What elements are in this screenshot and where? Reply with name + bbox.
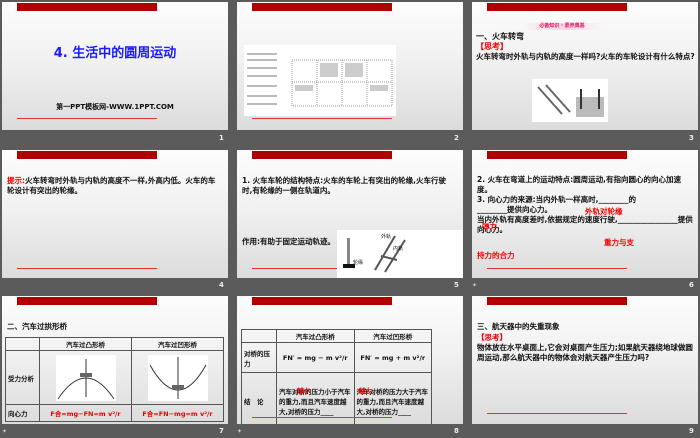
wheel-structure-text: 1. 火车车轮的结构特点:火车的车轮上有突出的轮缘,火车行驶时,有轮缘的一侧在轨…: [242, 176, 447, 195]
slide-number: 1: [219, 134, 224, 142]
pressure-table: 汽车过凸形桥 汽车过凹形桥 对桥的压力 FN′ = mg − m v²/r FN′ =…: [241, 329, 432, 424]
think-label: 【思考】: [476, 42, 508, 51]
slide-thumbnail-8[interactable]: 汽车过凸形桥 汽车过凹形桥 对桥的压力 FN′ = mg − m v²/r FN′ =…: [237, 296, 463, 424]
slide-title: 4. 生活中的圆周运动: [53, 46, 177, 61]
footer-line: [17, 268, 157, 269]
section-heading: 三、航天器中的失重现象: [477, 322, 560, 331]
outer-rail-label: 外轨: [381, 234, 392, 240]
slide-number: 4: [219, 281, 224, 289]
concave-diagram: [131, 350, 224, 405]
footer-line: [487, 268, 627, 269]
pressure-convex: FN′ = mg − m v²/r: [276, 342, 355, 373]
convex-diagram: [39, 350, 132, 405]
answer-outer-rail: 外轨对轮缘: [585, 207, 623, 216]
header-bar: [487, 297, 627, 305]
header-bar: [17, 151, 157, 159]
col-header: 汽车过凹形桥: [131, 337, 224, 351]
formula-convex: F合=mg−FN=m v²/r: [39, 404, 132, 422]
header-bar: [17, 297, 157, 305]
slide-number: 8: [454, 427, 459, 435]
slide-number: 5: [454, 281, 459, 289]
train-track-image: [532, 79, 608, 122]
col-header: 汽车过凸形桥: [276, 329, 355, 343]
wheel-flange-diagram: 轮缘 外轨 内轨: [337, 230, 463, 278]
slide-thumbnail-1[interactable]: 4. 生活中的圆周运动 第一PPT模板网-WWW.1PPT.COM: [2, 2, 228, 130]
animation-icon[interactable]: ✦: [2, 428, 7, 435]
section-heading: 二、汽车过拱形桥: [7, 322, 67, 331]
col-header: 汽车过凹形桥: [353, 329, 432, 343]
diagonal-cell: [5, 337, 40, 351]
hint-text: 提示:火车转弯时外轨与内轨的高度不一样,外高内低。火车的车轮设计有突出的轮缘。: [7, 176, 217, 196]
header-bar: [487, 151, 627, 159]
footer-line: [252, 417, 392, 418]
slide-thumbnail-4[interactable]: 提示:火车转弯时外轨与内轨的高度不一样,外高内低。火车的车轮设计有突出的轮缘。: [2, 150, 228, 278]
diagonal-cell: [241, 329, 277, 343]
footer-line: [17, 118, 157, 119]
think-label: 【思考】: [477, 333, 507, 342]
col-header: 汽车过凸形桥: [39, 337, 132, 351]
flange-label: 轮缘: [353, 260, 364, 266]
banked-track-text: 当内外轨有高度差时,依据规定的速度行驶,________________提供向心…: [477, 215, 693, 234]
header-bar: [252, 3, 392, 11]
answer-larger: 越大: [358, 387, 372, 395]
row-header: 向心力: [5, 404, 40, 422]
effect-text: 作用:有助于固定运动轨迹。: [242, 237, 335, 246]
hint-body: 火车转弯时外轨与内轨的高度不一样,外高内低。火车的车轮设计有突出的轮缘。: [7, 176, 216, 195]
question-text: 火车转弯时外轨与内轨的高度一样吗?火车的车轮设计有什么特点?: [476, 52, 695, 61]
hint-label: 提示:: [7, 176, 25, 185]
section-heading: 一、火车转弯: [476, 32, 524, 41]
slide-number: 9: [689, 427, 694, 435]
answer-smaller: 越小: [297, 387, 310, 395]
answer-elastic-force: 弹力: [482, 222, 497, 231]
slide-number: 7: [219, 427, 224, 435]
answer-resultant-b: 持力的合力: [477, 251, 515, 260]
slide-thumbnail-2[interactable]: [237, 2, 463, 130]
slide-number: 6: [689, 281, 694, 289]
animation-icon[interactable]: ✦: [472, 282, 477, 289]
section-banner: 必备知识 · 素养奠基: [522, 23, 602, 30]
pressure-concave: FN′ = mg + m v²/r: [353, 342, 432, 373]
slide-thumbnail-7[interactable]: 二、汽车过拱形桥 汽车过凸形桥 汽车过凹形桥 受力分析 向心力 F合=mg−FN=m…: [2, 296, 228, 424]
slide-thumbnail-5[interactable]: 1. 火车车轮的结构特点:火车的车轮上有突出的轮缘,火车行驶时,有轮缘的一侧在轨…: [237, 150, 463, 278]
animation-icon[interactable]: ✦: [237, 428, 242, 435]
answer-resultant-a: 重力与支: [604, 238, 634, 247]
slide-thumbnail-6[interactable]: 2. 火车在弯道上的运动特点:圆周运动,有指向圆心的向心加速度。 3. 向心力的…: [472, 150, 698, 278]
slide-thumbnail-9[interactable]: 三、航天器中的失重现象 【思考】 物体放在水平桌面上,它会对桌面产生压力;如果航…: [472, 296, 698, 424]
motion-feature-text: 2. 火车在弯道上的运动特点:圆周运动,有指向圆心的向心加速度。: [477, 175, 682, 194]
conclusion-text: 汽车对桥的压力小于汽车的重力,而且汽车速度越大,对桥的压力____: [279, 387, 351, 416]
footer-line: [252, 118, 392, 119]
question-text: 物体放在水平桌面上,它会对桌面产生压力;如果航天器绕地球做圆周运动,那么航天器中…: [477, 343, 693, 362]
bridge-table: 汽车过凸形桥 汽车过凹形桥 受力分析 向心力 F合=mg−FN=m v²/r F合=F…: [5, 337, 224, 422]
grid-diagram: [247, 53, 393, 107]
slide-number: 2: [454, 134, 459, 142]
header-bar: [252, 151, 392, 159]
header-bar: [252, 297, 392, 305]
row-header: 对桥的压力: [241, 342, 277, 373]
slide-number: 3: [689, 134, 694, 142]
slide-subtitle: 第一PPT模板网-WWW.1PPT.COM: [56, 103, 174, 111]
footer-line: [487, 413, 627, 414]
row-header: 受力分析: [5, 350, 40, 405]
header-bar: [17, 3, 157, 11]
header-bar: [487, 3, 627, 11]
slide-thumbnail-3[interactable]: 必备知识 · 素养奠基 一、火车转弯 【思考】 火车转弯时外轨与内轨的高度一样吗…: [472, 2, 698, 130]
table-image: [244, 45, 396, 116]
inner-rail-label: 内轨: [393, 246, 404, 252]
formula-concave: F合=FN−mg=m v²/r: [131, 404, 224, 422]
